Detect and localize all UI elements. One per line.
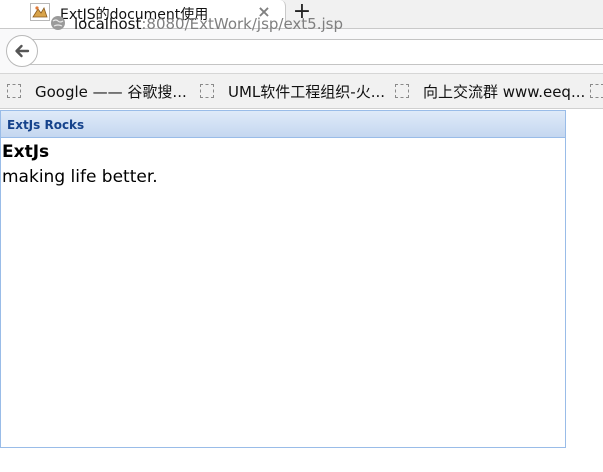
navigation-bar <box>0 29 603 74</box>
panel-title: ExtJs Rocks <box>7 118 85 132</box>
back-arrow-icon <box>15 44 30 58</box>
bookmark-label: UML软件工程组织-火... <box>228 83 385 101</box>
globe-icon <box>51 16 65 30</box>
back-button[interactable] <box>6 35 38 67</box>
bookmark-placeholder-icon <box>590 84 603 98</box>
bookmark-placeholder-icon <box>200 84 214 98</box>
extjs-panel: ExtJs Rocks ExtJs making life better. <box>0 110 566 448</box>
bookmark-placeholder-icon <box>7 84 21 98</box>
bookmark-label: Google —— 谷歌搜... <box>35 83 187 101</box>
bookmark-label: 向上交流群 www.eeq... <box>423 83 586 101</box>
url-host: localhost <box>74 15 142 33</box>
bookmark-placeholder-icon <box>395 84 409 98</box>
content-heading: ExtJs <box>2 142 50 162</box>
panel-header: ExtJs Rocks <box>1 111 565 138</box>
content-text: making life better. <box>2 167 158 187</box>
bookmarks-bar: Google —— 谷歌搜... UML软件工程组织-火... 向上交流群 ww… <box>0 74 603 109</box>
url-text[interactable]: localhost:8080/ExtWork/jsp/ext5.jsp <box>74 15 343 33</box>
page-favicon-icon <box>30 3 50 21</box>
url-path: :8080/ExtWork/jsp/ext5.jsp <box>141 15 343 33</box>
address-bar[interactable] <box>22 39 603 65</box>
